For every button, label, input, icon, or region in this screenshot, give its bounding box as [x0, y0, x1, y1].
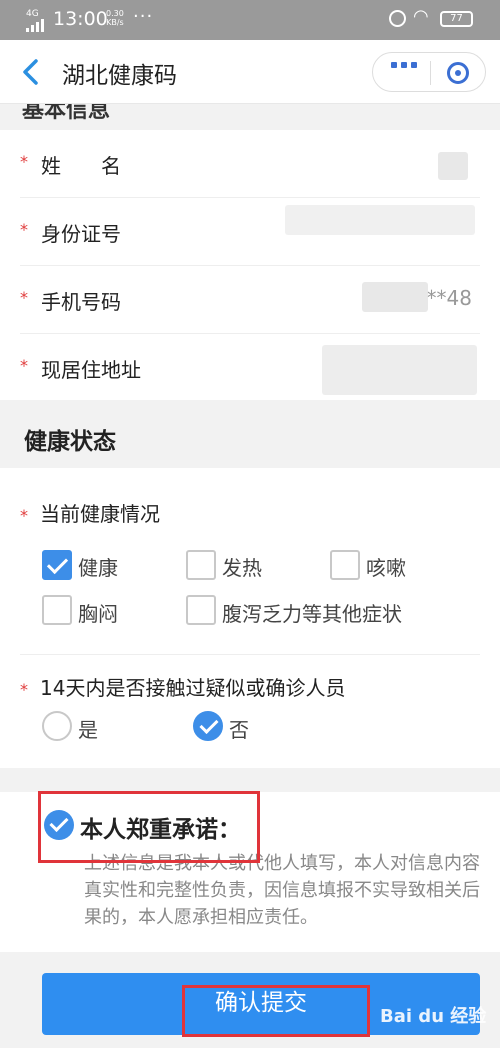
required-mark: * [20, 220, 28, 239]
baidu-watermark: Bai du 经验 [380, 1006, 487, 1027]
close-icon[interactable] [447, 62, 469, 84]
checkbox-other-symptoms[interactable] [186, 595, 216, 625]
checkbox-fever[interactable] [186, 550, 216, 580]
option-label: 健康 [78, 556, 118, 580]
question-health: * 当前健康情况 [20, 502, 160, 526]
option-label: 是 [78, 718, 98, 742]
alarm-icon [389, 10, 406, 27]
checkbox-chest-tightness[interactable] [42, 595, 72, 625]
option-label: 否 [229, 718, 249, 742]
mini-program-capsule [372, 52, 486, 92]
status-more-icon: ··· [133, 6, 154, 27]
section-header-basic-info: 基本信息 [0, 104, 500, 130]
question-contact: * 14天内是否接触过疑似或确诊人员 [20, 676, 346, 700]
field-label: 身份证号 [41, 222, 121, 246]
required-mark: * [20, 288, 28, 307]
required-mark: * [20, 506, 28, 525]
radio-no[interactable] [193, 711, 223, 741]
field-label: 姓 名 [41, 154, 121, 178]
field-label: 手机号码 [41, 290, 121, 314]
redacted-value [285, 205, 475, 235]
field-name[interactable]: * 姓 名 [20, 130, 480, 198]
required-mark: * [20, 680, 28, 699]
status-bar: 4G 13:00 0.30 KB/s ··· ◠ 77 [0, 0, 500, 40]
personal-info-card: * 姓 名 * 身份证号 * 手机号码 **48 * 现居住地址 [0, 130, 500, 400]
wifi-icon: ◠ [413, 6, 429, 27]
section-title: 健康状态 [24, 429, 116, 455]
redacted-value [438, 152, 468, 180]
annotation-box-submit [182, 985, 370, 1037]
field-label: 现居住地址 [41, 358, 141, 382]
checkbox-healthy[interactable] [42, 550, 72, 580]
option-label: 胸闷 [78, 602, 118, 626]
network-speed: 0.30 KB/s [106, 9, 124, 27]
section-header-health: 健康状态 [0, 404, 500, 468]
status-time: 13:00 [53, 8, 108, 30]
section-title-cut: 基本信息 [22, 104, 111, 123]
redacted-value [322, 345, 477, 395]
bottom-strip [0, 1048, 500, 1057]
option-label: 咳嗽 [366, 556, 406, 580]
signal-icon [26, 19, 44, 32]
divider [20, 654, 480, 655]
option-label: 发热 [222, 556, 262, 580]
network-type: 4G [26, 9, 39, 19]
checkbox-cough[interactable] [330, 550, 360, 580]
battery-icon: 77 [440, 11, 473, 27]
more-icon[interactable] [391, 62, 417, 68]
required-mark: * [20, 356, 28, 375]
health-card: * 当前健康情况 健康 发热 咳嗽 胸闷 腹泻乏力等其他症状 * 14天内是否接触过… [0, 468, 500, 768]
annotation-box-pledge [38, 791, 260, 863]
field-value: **48 [426, 286, 472, 310]
capsule-divider [430, 61, 431, 85]
page-title: 湖北健康码 [62, 63, 177, 89]
redacted-value [362, 282, 428, 312]
required-mark: * [20, 152, 28, 171]
option-label: 腹泻乏力等其他症状 [222, 602, 402, 626]
radio-yes[interactable] [42, 711, 72, 741]
nav-bar: 湖北健康码 [0, 40, 500, 104]
back-icon[interactable] [20, 58, 42, 86]
